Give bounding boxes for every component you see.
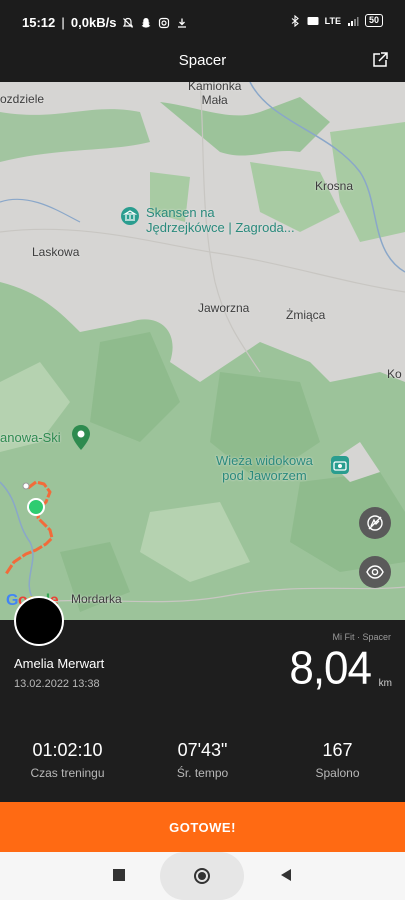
metric-calories: 167 Spalono xyxy=(270,740,405,780)
metric-value: 01:02:10 xyxy=(32,740,103,760)
status-speed: 0,0kB/s xyxy=(70,15,117,30)
map-label-ko: Ko xyxy=(387,367,402,381)
map-label-laskowa: Laskowa xyxy=(32,245,80,259)
app-header: Spacer xyxy=(0,44,405,82)
avatar[interactable] xyxy=(14,596,64,646)
distance-unit: km xyxy=(378,678,392,689)
user-name: Amelia Merwart xyxy=(14,656,105,671)
download-icon xyxy=(178,18,187,28)
bell-off-icon xyxy=(123,17,134,28)
home-icon[interactable] xyxy=(193,867,211,885)
toggle-pace-button[interactable] xyxy=(359,507,391,539)
location-pin-icon[interactable] xyxy=(70,424,92,452)
battery-level: 50 xyxy=(364,14,383,27)
metric-duration: 01:02:10 Czas treningu xyxy=(0,740,135,780)
done-button[interactable]: GOTOWE! xyxy=(0,802,405,852)
eye-icon xyxy=(366,565,384,579)
toggle-visibility-button[interactable] xyxy=(359,556,391,588)
snapchat-icon xyxy=(141,17,151,28)
route-map[interactable]: Kamionka Mała ozdziele Krosna Laskowa Ja… xyxy=(0,82,405,620)
poi-wieza[interactable]: Wieża widokowa pod Jaworzem xyxy=(216,453,313,483)
back-icon[interactable] xyxy=(279,868,293,882)
map-label-krosna: Krosna xyxy=(315,179,354,193)
metric-label: Czas treningu xyxy=(30,766,105,780)
metric-label: Śr. tempo xyxy=(176,766,229,780)
page-title: Spacer xyxy=(178,52,227,69)
network-type: LTE xyxy=(324,15,341,26)
map-label-mordarka: Mordarka xyxy=(71,592,122,606)
system-nav-bar xyxy=(0,852,405,900)
bluetooth-icon xyxy=(291,14,299,27)
signal-icon xyxy=(347,16,359,26)
map-label-ozdziele: ozdziele xyxy=(0,92,45,106)
map-label-jaworzna: Jaworzna xyxy=(198,301,250,315)
map-label-zmiaca: Żmiąca xyxy=(286,308,326,322)
status-time: 15:12 xyxy=(22,15,56,30)
map-label-kamionka: Kamionka Mała xyxy=(188,82,242,107)
share-icon[interactable] xyxy=(371,51,389,69)
pace-off-icon xyxy=(367,515,383,531)
workout-source: Mi Fit · Spacer xyxy=(332,632,391,642)
status-bar: 15:12 | 0,0kB/s LTE 50 xyxy=(0,0,405,44)
map-terrain xyxy=(0,82,405,620)
recents-icon[interactable] xyxy=(112,868,126,882)
metric-value: 07'43" xyxy=(177,740,228,760)
metric-pace: 07'43" Śr. tempo xyxy=(135,740,270,780)
workout-date: 13.02.2022 13:38 xyxy=(14,678,100,690)
instagram-icon xyxy=(159,17,170,28)
metric-label: Spalono xyxy=(315,766,360,780)
workout-summary: Mi Fit · Spacer Amelia Merwart 13.02.202… xyxy=(0,620,405,802)
distance-value: 8,04 xyxy=(289,642,372,695)
metric-value: 167 xyxy=(322,740,353,760)
viewpoint-pin-icon[interactable] xyxy=(330,455,350,475)
route-start-marker xyxy=(27,498,45,516)
poi-skansen[interactable]: Skansen na Jędrzejkówce | Zagroda... xyxy=(146,205,295,235)
volte-icon xyxy=(307,16,319,25)
museum-pin-icon[interactable] xyxy=(120,206,140,226)
poi-ski[interactable]: anowa-Ski xyxy=(0,430,61,445)
